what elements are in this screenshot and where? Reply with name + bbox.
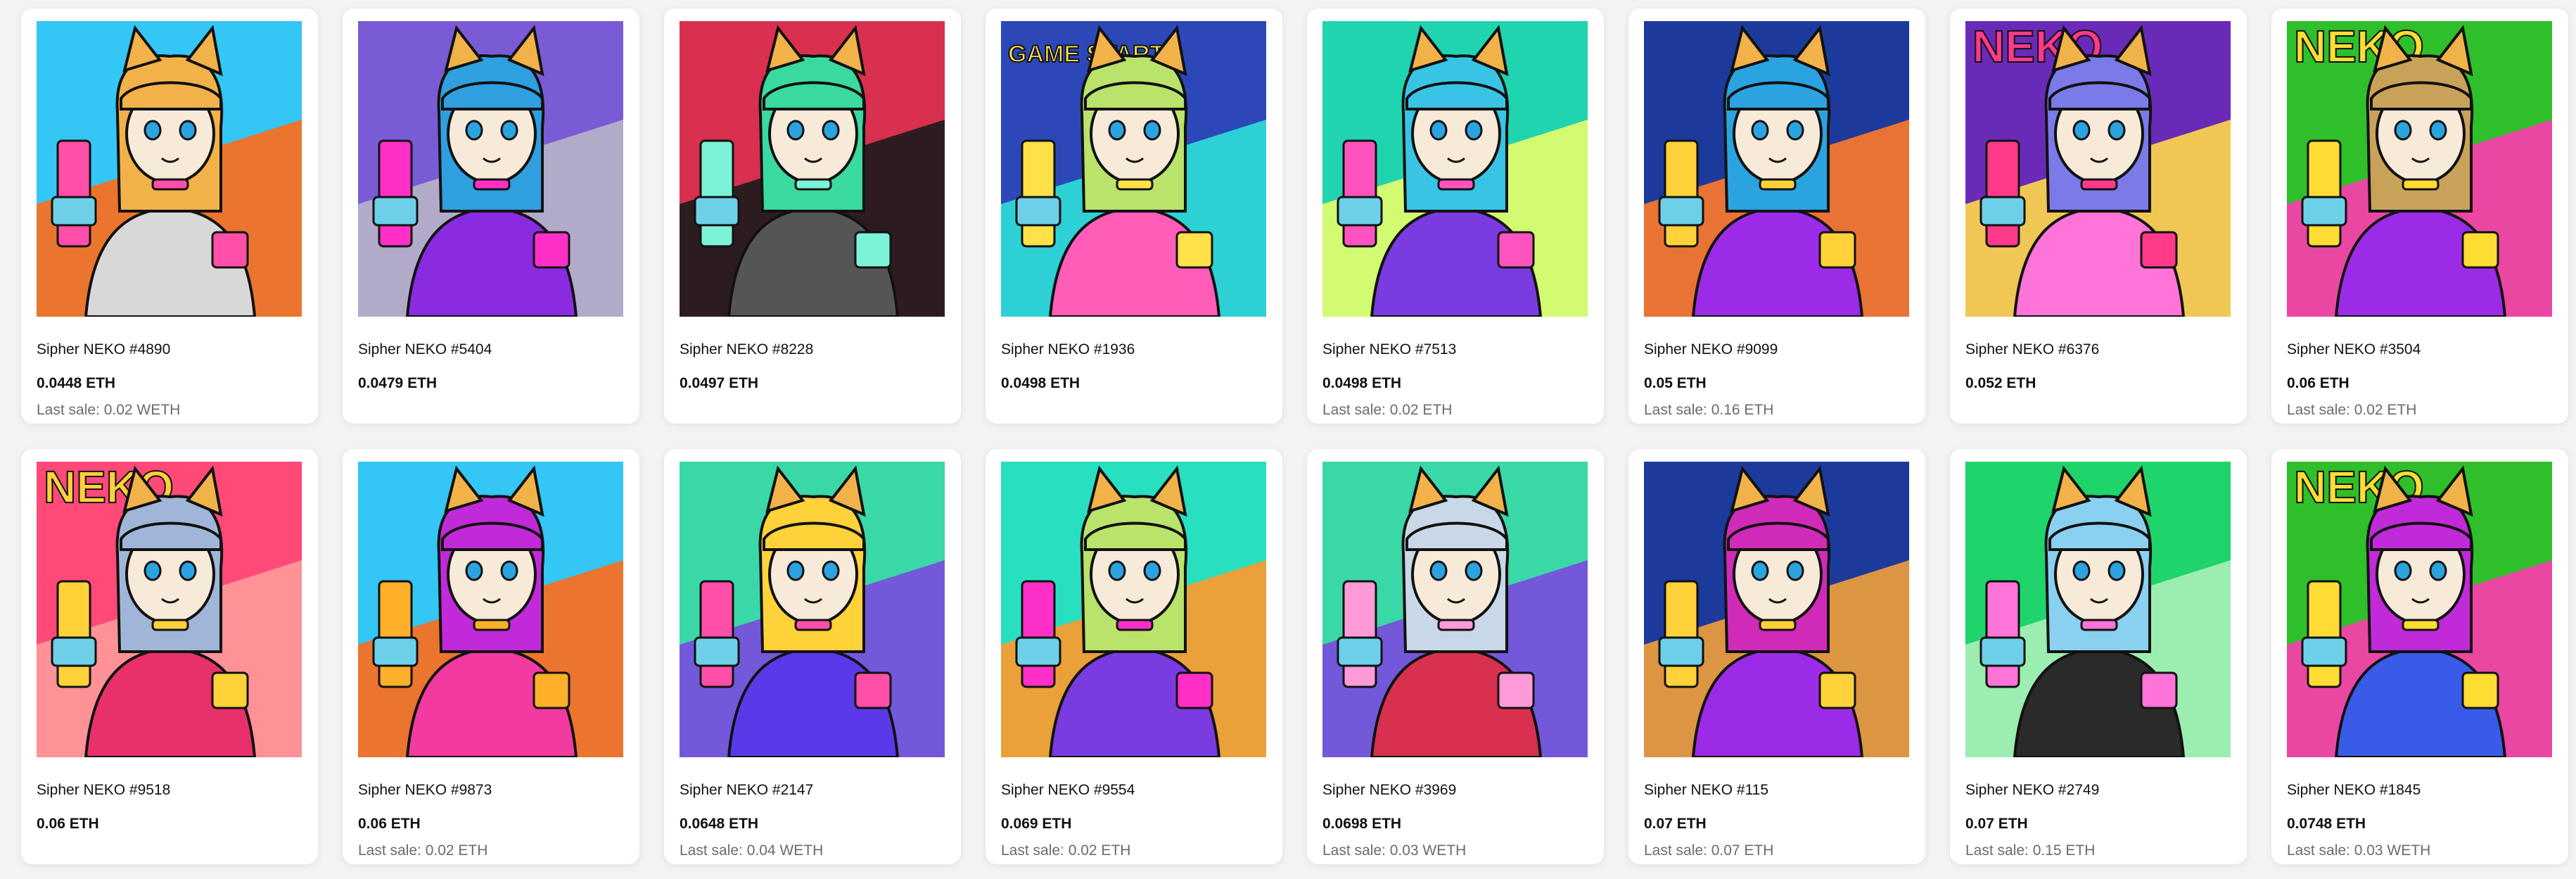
- nft-artwork-image[interactable]: [1322, 21, 1588, 317]
- nft-price: 0.07 ETH: [1965, 816, 2028, 832]
- nft-artwork-image[interactable]: [37, 21, 302, 317]
- nft-name[interactable]: Sipher NEKO #3504: [2287, 341, 2553, 359]
- nft-card[interactable]: Sipher NEKO #9099 0.05 ETH Last sale: 0.…: [1628, 8, 1925, 424]
- nft-price: 0.0498 ETH: [1001, 375, 1080, 391]
- nft-last-sale: [680, 401, 945, 419]
- cat-character-illustration: NEKO: [37, 462, 302, 757]
- cat-character-illustration: [1965, 462, 2231, 757]
- nft-last-sale: [358, 401, 624, 419]
- nft-name[interactable]: Sipher NEKO #4890: [37, 341, 302, 359]
- nft-name[interactable]: Sipher NEKO #2147: [680, 781, 945, 799]
- nft-price: 0.0498 ETH: [1322, 375, 1402, 391]
- nft-name[interactable]: Sipher NEKO #1936: [1001, 341, 1267, 359]
- cat-character-illustration: [1322, 462, 1588, 757]
- nft-last-sale: Last sale: 0.04 WETH: [680, 842, 824, 859]
- nft-price: 0.052 ETH: [1965, 375, 2036, 391]
- nft-card[interactable]: Sipher NEKO #7513 0.0498 ETH Last sale: …: [1307, 8, 1604, 424]
- cat-character-illustration: [1644, 462, 1909, 757]
- nft-last-sale: Last sale: 0.15 ETH: [1965, 842, 2096, 859]
- nft-last-sale: [1965, 401, 2231, 419]
- nft-card[interactable]: Sipher NEKO #8228 0.0497 ETH: [664, 8, 961, 424]
- cat-character-illustration: [37, 21, 302, 317]
- nft-card[interactable]: Sipher NEKO #2749 0.07 ETH Last sale: 0.…: [1950, 449, 2247, 864]
- nft-card[interactable]: GAME START! Sipher NEKO #1936 0.0498 ETH: [986, 8, 1282, 424]
- nft-card[interactable]: NEKO Sipher NEKO #6376 0.052 ETH: [1950, 8, 2247, 424]
- nft-artwork-image[interactable]: [358, 462, 623, 757]
- nft-name[interactable]: Sipher NEKO #9099: [1644, 341, 1910, 359]
- nft-artwork-image[interactable]: NEKO: [1965, 21, 2231, 317]
- nft-price: 0.0748 ETH: [2287, 816, 2366, 832]
- nft-name[interactable]: Sipher NEKO #9518: [37, 781, 302, 799]
- cat-character-illustration: [1644, 21, 1909, 317]
- nft-last-sale: Last sale: 0.02 ETH: [2287, 402, 2417, 418]
- nft-price: 0.0497 ETH: [680, 375, 759, 391]
- cat-character-illustration: NEKO: [1965, 21, 2231, 317]
- cat-character-illustration: NEKO: [2287, 462, 2552, 757]
- nft-artwork-image[interactable]: [1965, 462, 2231, 757]
- nft-price: 0.0448 ETH: [37, 375, 116, 391]
- nft-artwork-image[interactable]: [680, 462, 945, 757]
- nft-artwork-image[interactable]: GAME START!: [1001, 21, 1266, 317]
- nft-last-sale: Last sale: 0.02 ETH: [358, 842, 488, 859]
- nft-price: 0.05 ETH: [1644, 375, 1707, 391]
- nft-card[interactable]: Sipher NEKO #2147 0.0648 ETH Last sale: …: [664, 449, 961, 864]
- nft-last-sale: Last sale: 0.02 ETH: [1001, 842, 1131, 859]
- nft-card[interactable]: Sipher NEKO #9873 0.06 ETH Last sale: 0.…: [343, 449, 639, 864]
- nft-name[interactable]: Sipher NEKO #9554: [1001, 781, 1267, 799]
- nft-card[interactable]: Sipher NEKO #4890 0.0448 ETH Last sale: …: [21, 8, 318, 424]
- nft-price: 0.06 ETH: [2287, 375, 2349, 391]
- nft-card[interactable]: NEKO Sipher NEKO #9518 0.06 ETH: [21, 449, 318, 864]
- nft-name[interactable]: Sipher NEKO #5404: [358, 341, 624, 359]
- nft-card[interactable]: Sipher NEKO #5404 0.0479 ETH: [343, 8, 639, 424]
- cat-character-illustration: [1322, 21, 1588, 317]
- cat-character-illustration: [1001, 462, 1266, 757]
- cat-character-illustration: [680, 21, 945, 317]
- nft-price: 0.06 ETH: [358, 816, 421, 832]
- nft-artwork-image[interactable]: [680, 21, 945, 317]
- nft-price: 0.0698 ETH: [1322, 816, 1402, 832]
- nft-name[interactable]: Sipher NEKO #9873: [358, 781, 624, 799]
- nft-last-sale: Last sale: 0.02 ETH: [1322, 402, 1453, 418]
- nft-card[interactable]: NEKO Sipher NEKO #3504 0.06 ETH Last sal…: [2271, 8, 2568, 424]
- nft-artwork-image[interactable]: [1322, 462, 1588, 757]
- nft-name[interactable]: Sipher NEKO #115: [1644, 781, 1910, 799]
- nft-grid: Sipher NEKO #4890 0.0448 ETH Last sale: …: [21, 8, 2568, 864]
- nft-artwork-image[interactable]: [1644, 21, 1909, 317]
- nft-price: 0.069 ETH: [1001, 816, 1072, 832]
- nft-last-sale: [1001, 401, 1267, 419]
- cat-character-illustration: NEKO: [2287, 21, 2552, 317]
- nft-name[interactable]: Sipher NEKO #3969: [1322, 781, 1588, 799]
- nft-artwork-image[interactable]: [358, 21, 623, 317]
- nft-last-sale: Last sale: 0.07 ETH: [1644, 842, 1774, 859]
- nft-name[interactable]: Sipher NEKO #2749: [1965, 781, 2231, 799]
- nft-last-sale: Last sale: 0.02 WETH: [37, 402, 181, 418]
- nft-last-sale: Last sale: 0.03 WETH: [2287, 842, 2431, 859]
- cat-character-illustration: GAME START!: [1001, 21, 1266, 317]
- nft-price: 0.0479 ETH: [358, 375, 438, 391]
- nft-card[interactable]: Sipher NEKO #9554 0.069 ETH Last sale: 0…: [986, 449, 1282, 864]
- nft-last-sale: [37, 842, 302, 860]
- nft-price: 0.07 ETH: [1644, 816, 1707, 832]
- nft-last-sale: Last sale: 0.03 WETH: [1322, 842, 1467, 859]
- nft-artwork-image[interactable]: [1001, 462, 1266, 757]
- nft-card[interactable]: Sipher NEKO #115 0.07 ETH Last sale: 0.0…: [1628, 449, 1925, 864]
- nft-artwork-image[interactable]: NEKO: [37, 462, 302, 757]
- cat-character-illustration: [358, 462, 623, 757]
- nft-artwork-image[interactable]: [1644, 462, 1909, 757]
- nft-card[interactable]: Sipher NEKO #3969 0.0698 ETH Last sale: …: [1307, 449, 1604, 864]
- nft-last-sale: Last sale: 0.16 ETH: [1644, 402, 1774, 418]
- nft-price: 0.06 ETH: [37, 816, 99, 832]
- nft-artwork-image[interactable]: NEKO: [2287, 462, 2552, 757]
- nft-name[interactable]: Sipher NEKO #6376: [1965, 341, 2231, 359]
- nft-artwork-image[interactable]: NEKO: [2287, 21, 2552, 317]
- nft-card[interactable]: NEKO Sipher NEKO #1845 0.0748 ETH Last s…: [2271, 449, 2568, 864]
- nft-name[interactable]: Sipher NEKO #1845: [2287, 781, 2553, 799]
- nft-name[interactable]: Sipher NEKO #7513: [1322, 341, 1588, 359]
- nft-name[interactable]: Sipher NEKO #8228: [680, 341, 945, 359]
- cat-character-illustration: [680, 462, 945, 757]
- nft-price: 0.0648 ETH: [680, 816, 759, 832]
- cat-character-illustration: [358, 21, 623, 317]
